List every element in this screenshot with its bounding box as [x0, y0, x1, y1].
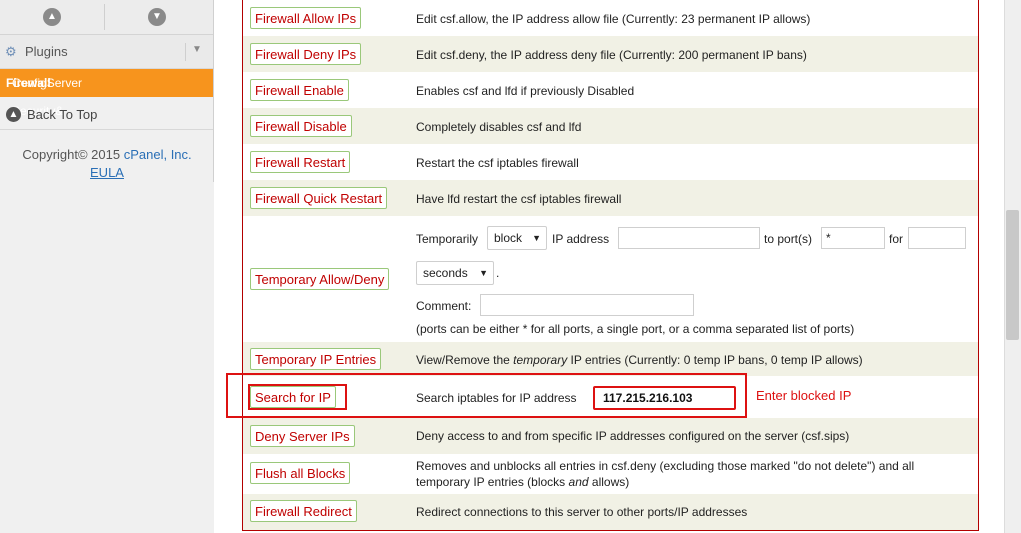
firewall-allow-ips-button[interactable]: Firewall Allow IPs [250, 7, 362, 29]
firewall-restart-button[interactable]: Firewall Restart [250, 151, 351, 173]
divider [213, 0, 214, 182]
action-description: Removes and unblocks all entries in csf.… [416, 458, 914, 490]
sidebar: ▲ ▼ ⚙ Plugins ▼ ConfigServer Security& Fi… [0, 0, 214, 533]
desc-italic: temporary [513, 353, 568, 367]
sidebar-item-plugins[interactable]: ⚙ Plugins ▼ [0, 35, 214, 69]
temporary-allow-deny-button[interactable]: Temporary Allow/Deny [250, 268, 390, 290]
sidebar-arrow-bar: ▲ ▼ [0, 0, 214, 35]
desc-text: Removes and unblocks all entries in csf.… [416, 459, 915, 473]
for-label: for [889, 232, 904, 246]
copyright-text: Copyright© 2015 [22, 147, 121, 162]
back-to-top-link[interactable]: ▲ Back To Top [0, 101, 214, 130]
desc-text: IP entries (Currently: 0 temp IP bans, 0… [570, 353, 863, 367]
select-value: block [494, 231, 523, 245]
chevron-down-icon: ▼ [532, 233, 541, 243]
chevron-down-icon: ▼ [479, 268, 488, 278]
scroll-down-button[interactable]: ▼ [105, 0, 209, 34]
divider [185, 43, 186, 61]
scrollbar-thumb[interactable] [1006, 210, 1019, 340]
sidebar-item-csf[interactable]: ConfigServer Security& Firewall [0, 69, 214, 118]
firewall-redirect-button[interactable]: Firewall Redirect [250, 500, 357, 522]
to-ports-label: to port(s) [764, 232, 813, 246]
search-ip-input[interactable]: 117.215.216.103 [593, 386, 736, 410]
ports-note: (ports can be either * for all ports, a … [416, 322, 855, 336]
table-row: Firewall Redirect Redirect connections t… [243, 494, 978, 530]
csf-actions-table: Firewall Allow IPs Edit csf.allow, the I… [242, 0, 979, 531]
temp-ports-input[interactable]: * [821, 227, 885, 249]
arrow-down-icon: ▼ [148, 8, 166, 26]
desc-text: temporary IP entries (blocks [416, 475, 566, 489]
chevron-down-icon[interactable]: ▼ [192, 44, 202, 55]
action-description: Have lfd restart the csf iptables firewa… [416, 192, 622, 206]
temp-unit-select[interactable]: seconds ▼ [416, 261, 494, 285]
temp-action-select[interactable]: block ▼ [487, 226, 547, 250]
select-value: seconds [423, 266, 468, 280]
action-description: Enables csf and lfd if previously Disabl… [416, 84, 635, 98]
table-row: Firewall Deny IPs Edit csf.deny, the IP … [243, 36, 978, 72]
deny-server-ips-button[interactable]: Deny Server IPs [250, 425, 355, 447]
action-description: Redirect connections to this server to o… [416, 505, 748, 519]
table-row: Firewall Restart Restart the csf iptable… [243, 144, 978, 180]
firewall-disable-button[interactable]: Firewall Disable [250, 115, 352, 137]
eula-link[interactable]: EULA [90, 165, 124, 180]
action-description: Edit csf.deny, the IP address deny file … [416, 48, 807, 62]
temp-ip-input[interactable] [618, 227, 760, 249]
table-row: Deny Server IPs Deny access to and from … [243, 418, 978, 454]
action-description: View/Remove the temporary IP entries (Cu… [416, 352, 863, 368]
action-description: Deny access to and from specific IP addr… [416, 429, 850, 443]
highlight-button-box [248, 384, 347, 410]
table-row-temporary: Temporary Allow/Deny Temporarily block ▼… [243, 216, 978, 342]
back-to-top-label: Back To Top [27, 107, 98, 122]
plugins-icon: ⚙ [5, 44, 17, 59]
scroll-up-button[interactable]: ▲ [0, 0, 104, 34]
arrow-up-icon: ▲ [43, 8, 61, 26]
table-row: Flush all Blocks Removes and unblocks al… [243, 454, 978, 494]
firewall-enable-button[interactable]: Firewall Enable [250, 79, 349, 101]
firewall-quick-restart-button[interactable]: Firewall Quick Restart [250, 187, 388, 209]
period-text: . [496, 266, 500, 280]
temporarily-label: Temporarily [416, 232, 479, 246]
copyright: Copyright© 2015 cPanel, Inc. EULA [0, 146, 214, 182]
desc-text: allows) [591, 475, 630, 489]
ip-address-label: IP address [552, 232, 610, 246]
sidebar-item-label: Plugins [25, 44, 68, 59]
action-description: Restart the csf iptables firewall [416, 156, 579, 170]
table-row: Firewall Quick Restart Have lfd restart … [243, 180, 978, 216]
comment-label: Comment: [416, 299, 472, 313]
action-description: Edit csf.allow, the IP address allow fil… [416, 12, 811, 26]
desc-text: View/Remove the [416, 353, 510, 367]
firewall-deny-ips-button[interactable]: Firewall Deny IPs [250, 43, 362, 65]
flush-all-blocks-button[interactable]: Flush all Blocks [250, 462, 351, 484]
temporary-ip-entries-button[interactable]: Temporary IP Entries [250, 348, 382, 370]
arrow-up-circle-icon: ▲ [6, 107, 21, 122]
table-row: Firewall Disable Completely disables csf… [243, 108, 978, 144]
desc-italic: and [568, 475, 589, 489]
temp-comment-input[interactable] [480, 294, 694, 316]
cpanel-link[interactable]: cPanel, Inc. [124, 147, 192, 162]
temp-duration-input[interactable] [908, 227, 966, 249]
table-row: Temporary IP Entries View/Remove the tem… [243, 342, 978, 376]
table-row: Firewall Enable Enables csf and lfd if p… [243, 72, 978, 108]
annotation-label: Enter blocked IP [756, 388, 852, 403]
table-row: Firewall Allow IPs Edit csf.allow, the I… [243, 0, 978, 36]
action-description: Completely disables csf and lfd [416, 120, 582, 134]
